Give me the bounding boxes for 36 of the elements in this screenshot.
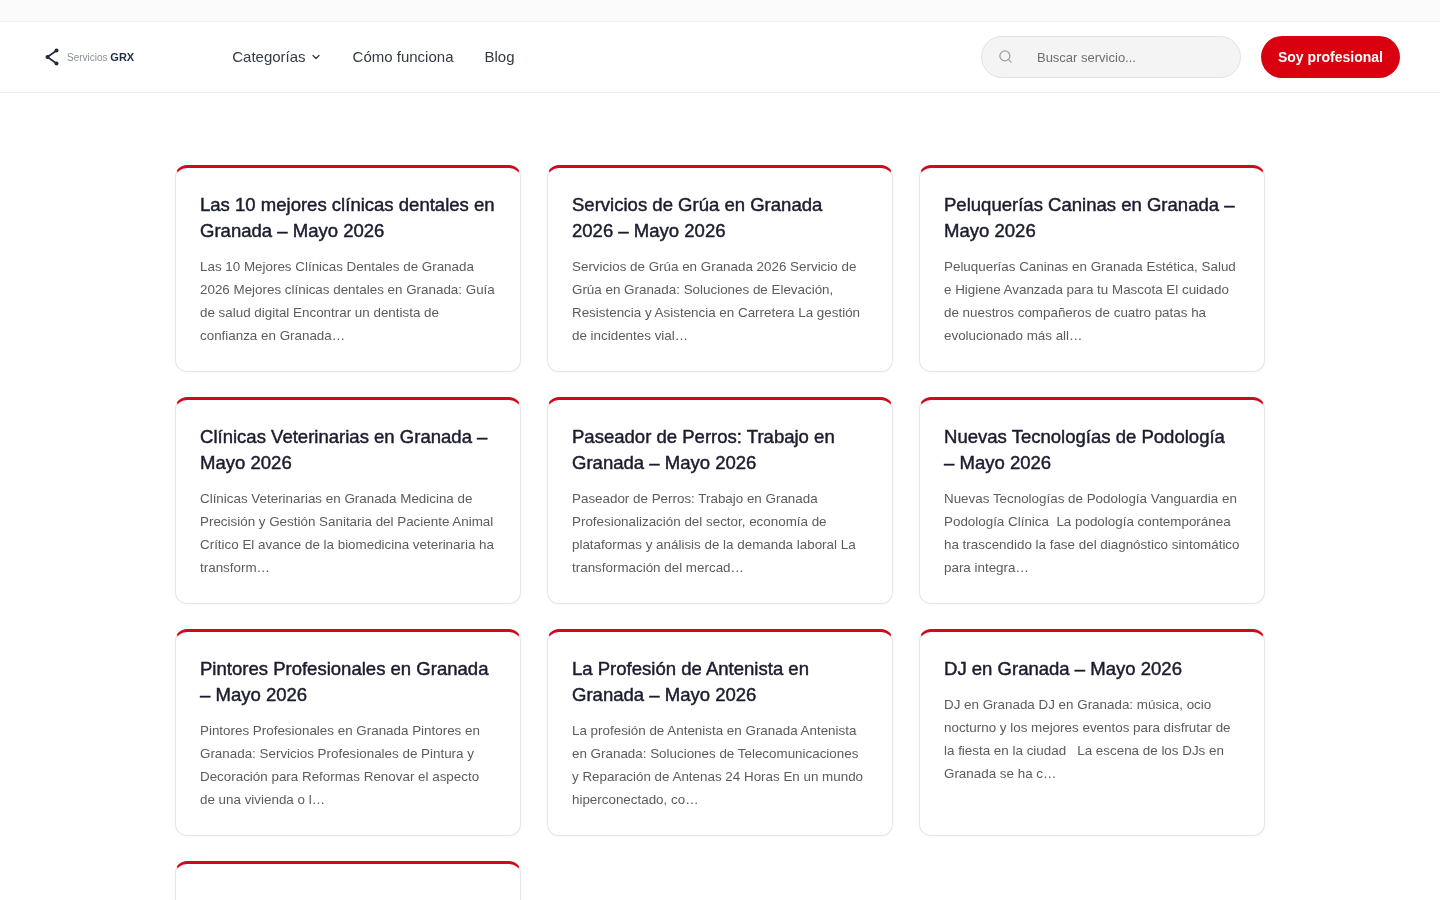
logo-text: Servicios GRX xyxy=(67,49,135,65)
nav-link[interactable]: Blog xyxy=(484,45,515,69)
post-card[interactable]: Nuevas Tecnologías de Podología – Mayo 2026 Nuevas Tecnologías de Podología Vanguardia en Podología Clínica La podología contemporánea ha trascendido la fase del diagnóstico sintomático para integra… xyxy=(919,397,1265,604)
share-icon xyxy=(45,48,59,66)
professional-button[interactable]: Soy profesional xyxy=(1260,36,1400,78)
post-card[interactable] xyxy=(547,629,893,836)
post-card[interactable]: DJ en Granada – Mayo 2026 DJ en Granada DJ en Granada: música, ocio nocturno y los mejores eventos para disfrutar de la fiesta en la ciudad La escena de los DJs en Granada se ha c… xyxy=(919,629,1265,836)
post-card[interactable] xyxy=(547,397,893,604)
post-excerpt: Clínicas Veterinarias en Granada Medicina de Precisión y Gestión Sanitaria del Paciente Animal Crítico El avance de la biomedicina veterinaria ha transform… xyxy=(200,490,495,577)
categories-menu-button[interactable]: Categorías xyxy=(232,45,322,69)
post-excerpt: Servicios de Grúa en Granada 2026 Servicio de Grúa en Granada: Soluciones de Elevación, Resistencia y Asistencia en Carretera La gestión de incidentes vial… xyxy=(572,258,862,345)
post-excerpt: DJ en Granada DJ en Granada: música, ocio nocturno y los mejores eventos para disfrutar de la fiesta en la ciudad La escena de los DJs en Granada se ha c… xyxy=(944,696,1232,783)
post-title[interactable]: Clínicas Veterinarias en Granada – Mayo 2026 xyxy=(200,424,496,476)
post-title[interactable]: DJ en Granada – Mayo 2026 xyxy=(944,656,1240,682)
post-card[interactable] xyxy=(175,397,521,604)
post-title[interactable]: Las 10 mejores clínicas dentales en Granada – Mayo 2026 xyxy=(200,192,496,244)
post-title[interactable]: Pintores Profesionales en Granada – Mayo 2026 xyxy=(200,656,496,708)
post-excerpt: Paseador de Perros: Trabajo en Granada Profesionalización del sector, economía de plataformas y análisis de la demanda laboral La transformación del mercad… xyxy=(572,490,857,577)
post-title[interactable]: La Profesión de Antenista en Granada – Mayo 2026 xyxy=(572,656,868,708)
post-card[interactable] xyxy=(547,165,893,372)
nav-link[interactable]: Cómo funciona xyxy=(352,45,454,69)
post-title[interactable]: Nuevas Tecnologías de Podología – Mayo 2026 xyxy=(944,424,1240,476)
search-field[interactable]: Buscar servicio... xyxy=(980,36,1241,78)
post-card[interactable] xyxy=(175,629,521,836)
post-excerpt: Pintores Profesionales en Granada Pintores en Granada: Servicios Profesionales de Pintura y Decoración para Reformas Renovar el aspecto de una vivienda o l… xyxy=(200,722,481,809)
post-excerpt: Nuevas Tecnologías de Podología Vanguardia en Podología Clínica La podología contemporánea ha trascendido la fase del diagnóstico sintomático para integra… xyxy=(944,490,1240,577)
post-title[interactable]: Servicios de Grúa en Granada 2026 – Mayo 2026 xyxy=(572,192,868,244)
post-excerpt: La profesión de Antenista en Granada Antenista en Granada: Soluciones de Telecomunicaciones y Reparación de Antenas 24 Horas En un mundo hiperconectado, co… xyxy=(572,722,865,809)
post-title[interactable]: Peluquerías Caninas en Granada – Mayo 2026 xyxy=(944,192,1240,244)
post-title[interactable]: Paseador de Perros: Trabajo en Granada – Mayo 2026 xyxy=(572,424,868,476)
site-logo[interactable]: Servicios GRX xyxy=(45,48,135,66)
post-excerpt: Peluquerías Caninas en Granada Estética, Salud e Higiene Avanzada para tu Mascota El cuidado de nuestros compañeros de cuatro patas ha evolucionado más all… xyxy=(944,258,1237,345)
post-card[interactable] xyxy=(175,165,521,372)
search-icon xyxy=(997,49,1013,64)
post-card[interactable]: Peluquerías Caninas en Granada – Mayo 2026 Peluquerías Caninas en Granada Estética, Salud e Higiene Avanzada para tu Mascota El cuidado de nuestros compañeros de cuatro patas ha evolucionado más all… xyxy=(919,165,1265,372)
post-excerpt: Las 10 Mejores Clínicas Dentales de Granada 2026 Mejores clínicas dentales en Granada: Guía de salud digital Encontrar un dentista de confianza en Granada… xyxy=(200,258,496,345)
